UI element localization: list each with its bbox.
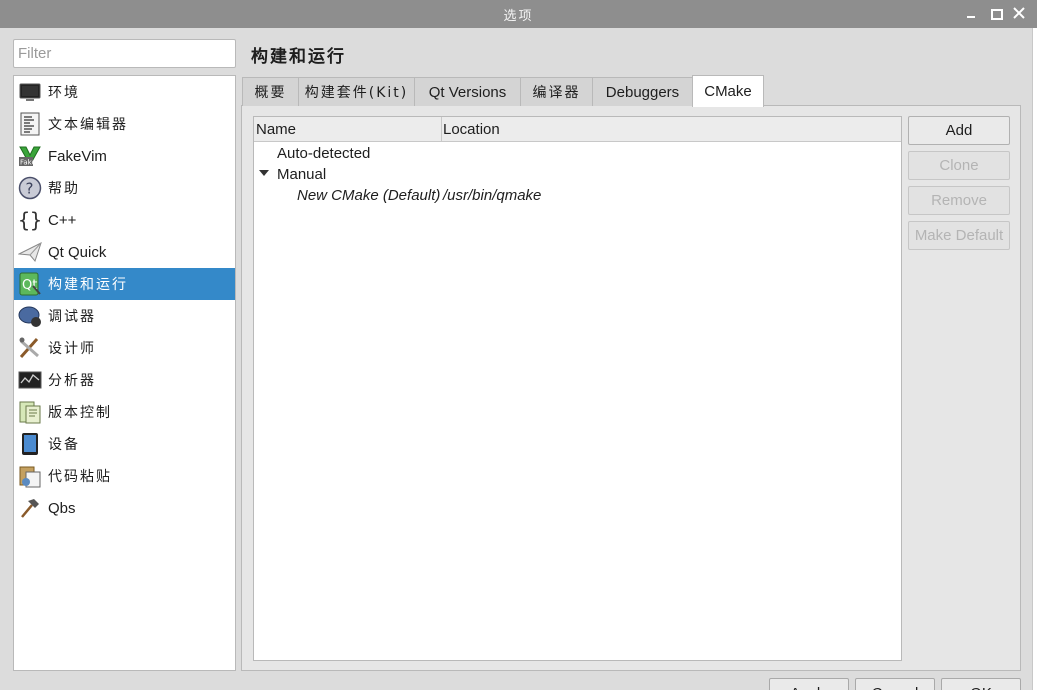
tab-debuggers[interactable]: Debuggers xyxy=(592,77,693,106)
code-paste-icon xyxy=(18,464,42,488)
sidebar-item-label: 帮助 xyxy=(48,181,80,197)
tree-group-manual[interactable]: Manual xyxy=(277,166,326,183)
build-run-icon: Qt xyxy=(18,272,42,296)
svg-text:Qt: Qt xyxy=(22,278,37,293)
sidebar-item-build-run[interactable]: Qt 构建和运行 xyxy=(14,268,235,300)
column-header-name[interactable]: Name xyxy=(256,121,296,138)
window-edge xyxy=(1032,28,1037,690)
version-control-icon xyxy=(18,400,42,424)
sidebar-item-label: FakeVim xyxy=(48,147,107,165)
sidebar-item-version-control[interactable]: 版本控制 xyxy=(14,396,235,428)
svg-text:{}: {} xyxy=(18,208,42,232)
filter-input[interactable] xyxy=(13,39,236,68)
category-list: 环境 文本编辑器 Fake FakeVim ? 帮助 {} C++ Qt Qui… xyxy=(13,75,236,671)
sidebar-item-label: 设备 xyxy=(48,437,80,453)
sidebar-item-designer[interactable]: 设计师 xyxy=(14,332,235,364)
expand-arrow-icon[interactable] xyxy=(259,170,269,176)
close-icon[interactable] xyxy=(1011,5,1027,21)
tree-item-location[interactable]: /usr/bin/qmake xyxy=(443,187,541,204)
sidebar-item-label: C++ xyxy=(48,211,77,229)
sidebar-item-device[interactable]: 设备 xyxy=(14,428,235,460)
monitor-icon xyxy=(18,80,42,104)
cmake-tree[interactable]: Name Location Auto-detected Manual New C… xyxy=(253,116,902,661)
make-default-button[interactable]: Make Default xyxy=(908,221,1010,250)
braces-icon: {} xyxy=(18,208,42,232)
table-header: Name Location xyxy=(254,117,901,142)
add-button[interactable]: Add xyxy=(908,116,1010,145)
window-title: 选项 xyxy=(503,9,534,24)
help-icon: ? xyxy=(18,176,42,200)
sidebar-item-qbs[interactable]: Qbs xyxy=(14,492,235,524)
sidebar-item-qt-quick[interactable]: Qt Quick xyxy=(14,236,235,268)
column-separator[interactable] xyxy=(441,117,442,141)
ok-button[interactable]: OK xyxy=(941,678,1021,690)
debugger-icon xyxy=(18,304,42,328)
sidebar-item-help[interactable]: ? 帮助 xyxy=(14,172,235,204)
title-bar: 选项 xyxy=(0,0,1037,28)
tab-cmake[interactable]: CMake xyxy=(692,75,764,107)
sidebar-item-text-editor[interactable]: 文本编辑器 xyxy=(14,108,235,140)
tab-qt-versions[interactable]: Qt Versions xyxy=(414,77,521,106)
tab-kits[interactable]: 构建套件(Kit) xyxy=(298,77,415,106)
clone-button[interactable]: Clone xyxy=(908,151,1010,180)
sidebar-item-label: Qt Quick xyxy=(48,243,107,261)
svg-text:?: ? xyxy=(26,180,34,198)
maximize-icon[interactable] xyxy=(987,5,1003,21)
cancel-button[interactable]: Cancel xyxy=(855,678,935,690)
sidebar-item-fakevim[interactable]: Fake FakeVim xyxy=(14,140,235,172)
device-icon xyxy=(18,432,42,456)
column-header-location[interactable]: Location xyxy=(443,121,500,138)
tab-compilers[interactable]: 编译器 xyxy=(520,77,593,106)
sidebar-item-label: Qbs xyxy=(48,499,76,517)
remove-button[interactable]: Remove xyxy=(908,186,1010,215)
sidebar-item-cpp[interactable]: {} C++ xyxy=(14,204,235,236)
tree-item-name[interactable]: New CMake (Default) xyxy=(297,187,440,204)
sidebar-item-label: 设计师 xyxy=(48,341,96,357)
sidebar-item-debugger[interactable]: 调试器 xyxy=(14,300,235,332)
sidebar-item-label: 调试器 xyxy=(48,309,96,325)
sidebar-item-environment[interactable]: 环境 xyxy=(14,76,235,108)
designer-icon xyxy=(18,336,42,360)
fakevim-icon: Fake xyxy=(18,144,42,168)
sidebar-item-label: 环境 xyxy=(48,85,80,101)
apply-button[interactable]: Apply xyxy=(769,678,849,690)
sidebar-item-label: 文本编辑器 xyxy=(48,117,128,133)
sidebar-item-label: 构建和运行 xyxy=(48,277,128,293)
page-title: 构建和运行 xyxy=(251,47,346,67)
sidebar-item-label: 代码粘贴 xyxy=(48,469,112,485)
svg-text:Fake: Fake xyxy=(20,159,36,167)
tree-group-auto-detected[interactable]: Auto-detected xyxy=(277,145,370,162)
hammer-icon xyxy=(18,496,42,520)
sidebar-item-label: 版本控制 xyxy=(48,405,112,421)
sidebar-item-code-paste[interactable]: 代码粘贴 xyxy=(14,460,235,492)
text-editor-icon xyxy=(18,112,42,136)
tab-overview[interactable]: 概要 xyxy=(242,77,299,106)
sidebar-item-label: 分析器 xyxy=(48,373,96,389)
analyzer-icon xyxy=(18,368,42,392)
paper-plane-icon xyxy=(18,240,42,264)
minimize-icon[interactable] xyxy=(963,5,979,21)
sidebar-item-analyzer[interactable]: 分析器 xyxy=(14,364,235,396)
